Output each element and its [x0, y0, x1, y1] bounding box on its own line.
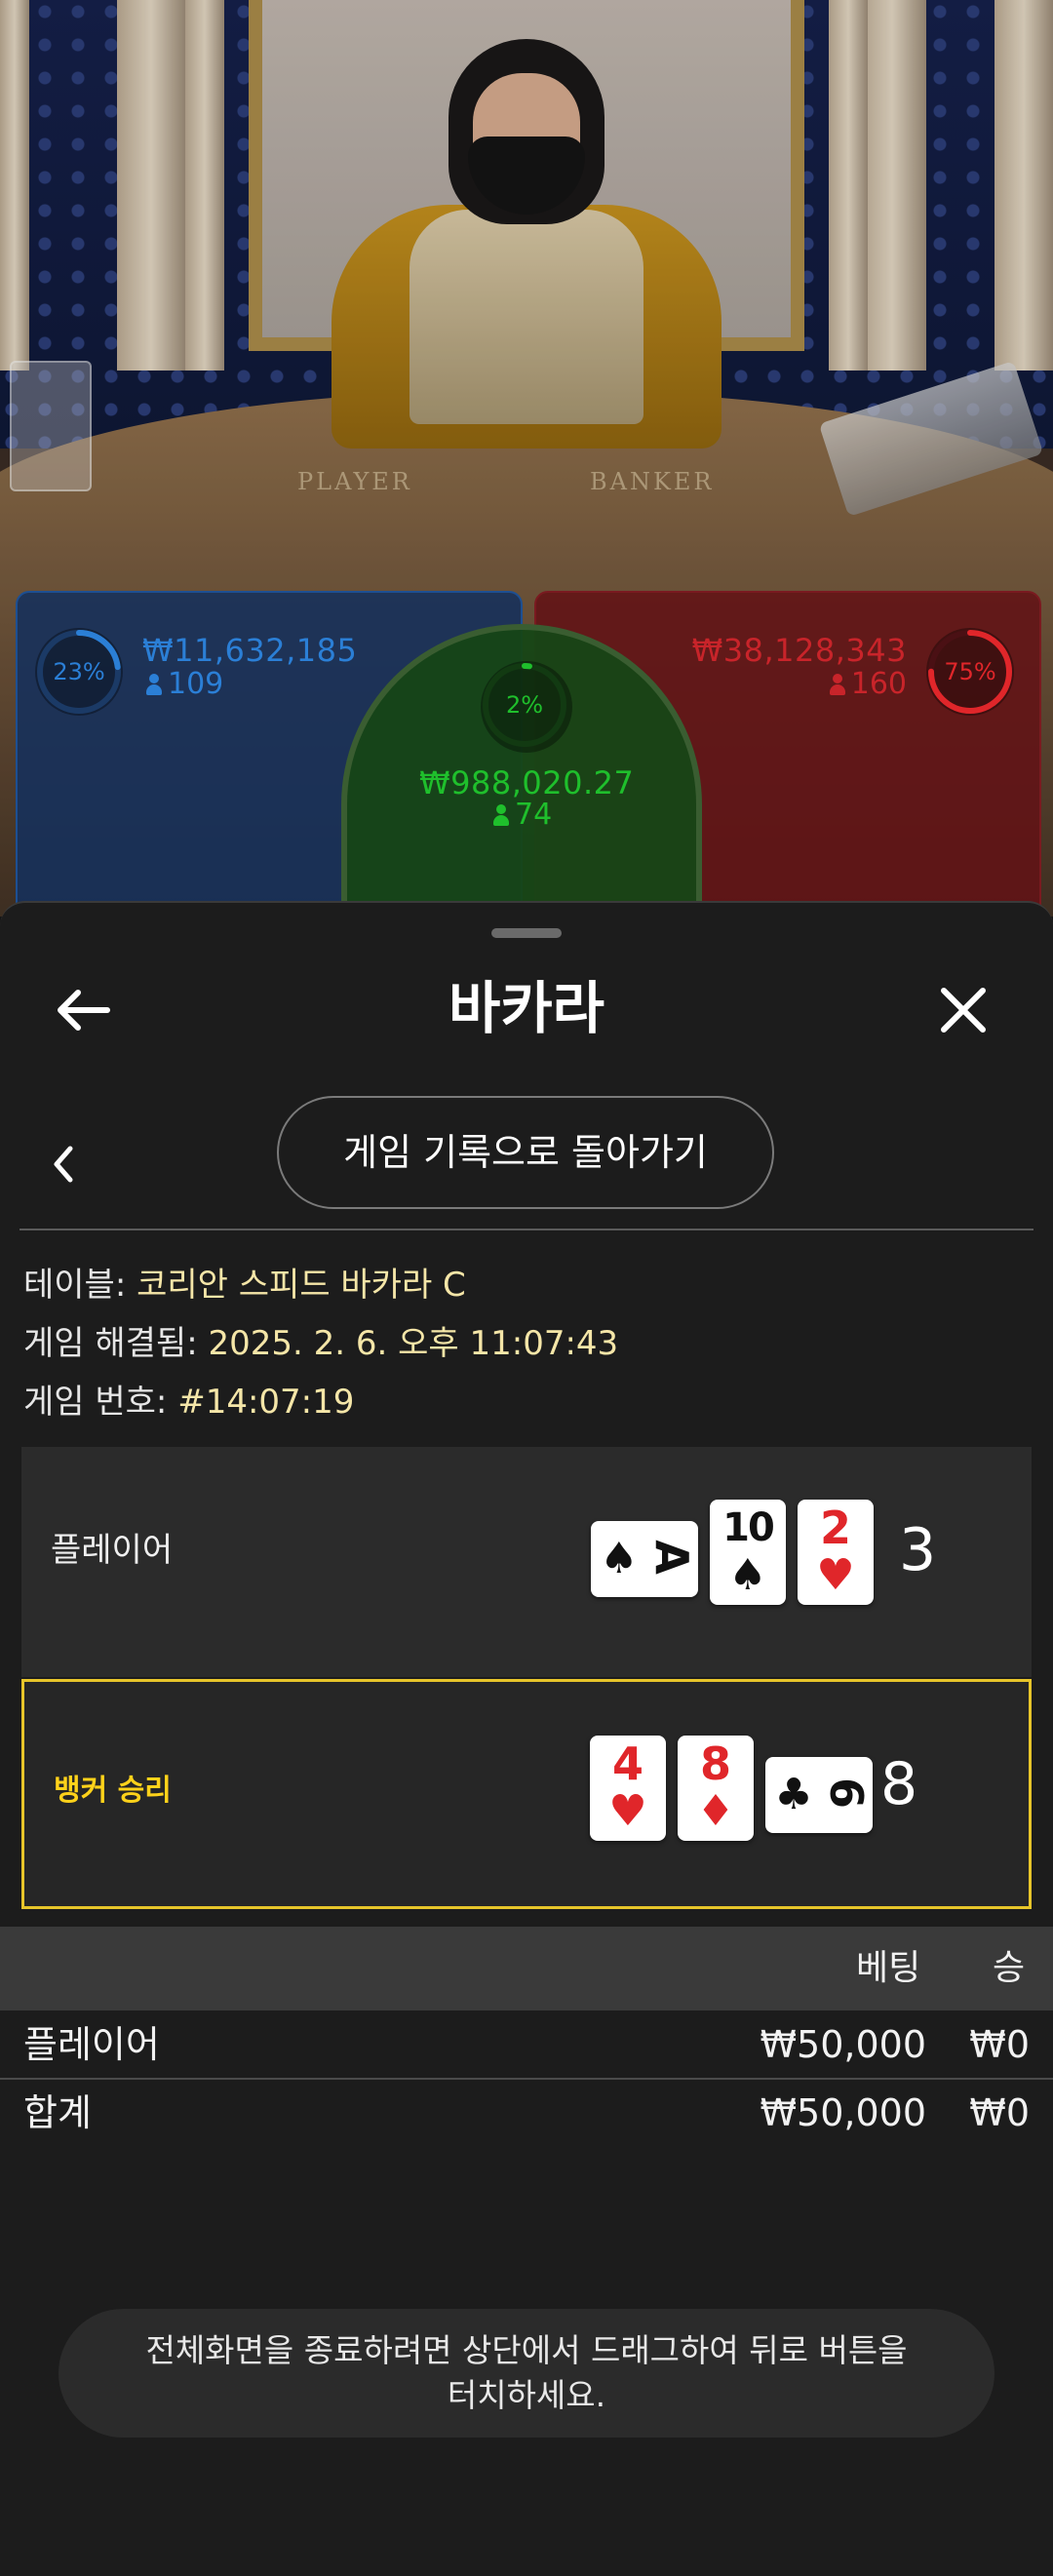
column-win: 승 [993, 1948, 1026, 1988]
banker-count: 160 [829, 667, 907, 701]
card-two-hearts: 2 ♥ [798, 1500, 874, 1605]
game-history-sheet: 바카라 게임 기록으로 돌아가기 테이블: 코리안 스피드 바카라 C 게임 해… [0, 901, 1053, 2576]
bet-row-win: ₩0 [969, 2023, 1030, 2066]
bet-total-win: ₩0 [969, 2091, 1030, 2134]
banker-hand-label: 뱅커 승리 [54, 1774, 172, 1808]
info-game-number: 게임 번호: #14:07:19 [23, 1383, 355, 1422]
tie-total-amount: ₩988,020.27 [419, 764, 635, 801]
divider [20, 1229, 1034, 1230]
player-hand-label: 플레이어 [51, 1531, 174, 1570]
player-hand-row: 플레이어 A ♠ 10 ♠ 2 ♥ 3 [21, 1447, 1032, 1677]
column-bet: 베팅 [856, 1948, 921, 1988]
live-video-feed: PLAYER BANKER 23% ₩11,632,185 109 75% ₩3… [0, 0, 1053, 917]
bet-total-amount: ₩50,000 [760, 2091, 926, 2134]
banker-hand-row: 뱅커 승리 4 ♥ 8 ♦ 6 ♣ 8 [21, 1679, 1032, 1909]
tie-percent: 2% [505, 691, 544, 719]
player-percent-ring: 23% [35, 628, 123, 716]
chevron-left-icon[interactable] [39, 1125, 90, 1203]
person-icon [146, 674, 162, 695]
banker-percent: 75% [944, 658, 996, 685]
person-icon [493, 804, 509, 826]
banker-total-amount: ₩38,128,343 [691, 632, 907, 669]
card-six-clubs: 6 ♣ [765, 1757, 873, 1833]
banker-score: 8 [880, 1750, 918, 1818]
card-eight-diamonds: 8 ♦ [678, 1736, 754, 1841]
sheet-title: 바카라 [448, 975, 605, 1041]
player-count: 109 [146, 667, 223, 701]
bet-row-amount: ₩50,000 [760, 2023, 926, 2066]
player-percent: 23% [53, 658, 105, 685]
close-x-icon[interactable] [924, 971, 1002, 1049]
tie-count: 74 [493, 798, 552, 832]
back-to-history-button[interactable]: 게임 기록으로 돌아가기 [277, 1096, 774, 1209]
bets-table-header: 베팅 승 [0, 1927, 1053, 2010]
banker-percent-ring: 75% [926, 628, 1014, 716]
drag-handle[interactable] [491, 928, 562, 938]
player-score: 3 [899, 1516, 937, 1584]
fullscreen-exit-hint-toast: 전체화면을 종료하려면 상단에서 드래그하여 뒤로 버튼을 터치하세요. [58, 2309, 994, 2438]
bet-total-label: 합계 [23, 2091, 92, 2134]
person-icon [829, 674, 845, 695]
card-ace-spades: A ♠ [591, 1521, 698, 1597]
card-four-hearts: 4 ♥ [590, 1736, 666, 1841]
tie-percent-ring: 2% [481, 661, 572, 753]
arrow-left-icon[interactable] [47, 971, 125, 1049]
card-ten-spades: 10 ♠ [710, 1500, 786, 1605]
bet-total-row: 합계 ₩50,000 ₩0 [0, 2079, 1053, 2147]
player-total-amount: ₩11,632,185 [142, 632, 358, 669]
info-resolved-time: 게임 해결됨: 2025. 2. 6. 오후 11:07:43 [23, 1324, 619, 1363]
bet-row: 플레이어 ₩50,000 ₩0 [0, 2010, 1053, 2079]
bet-row-label: 플레이어 [23, 2023, 160, 2066]
info-table: 테이블: 코리안 스피드 바카라 C [23, 1266, 466, 1305]
